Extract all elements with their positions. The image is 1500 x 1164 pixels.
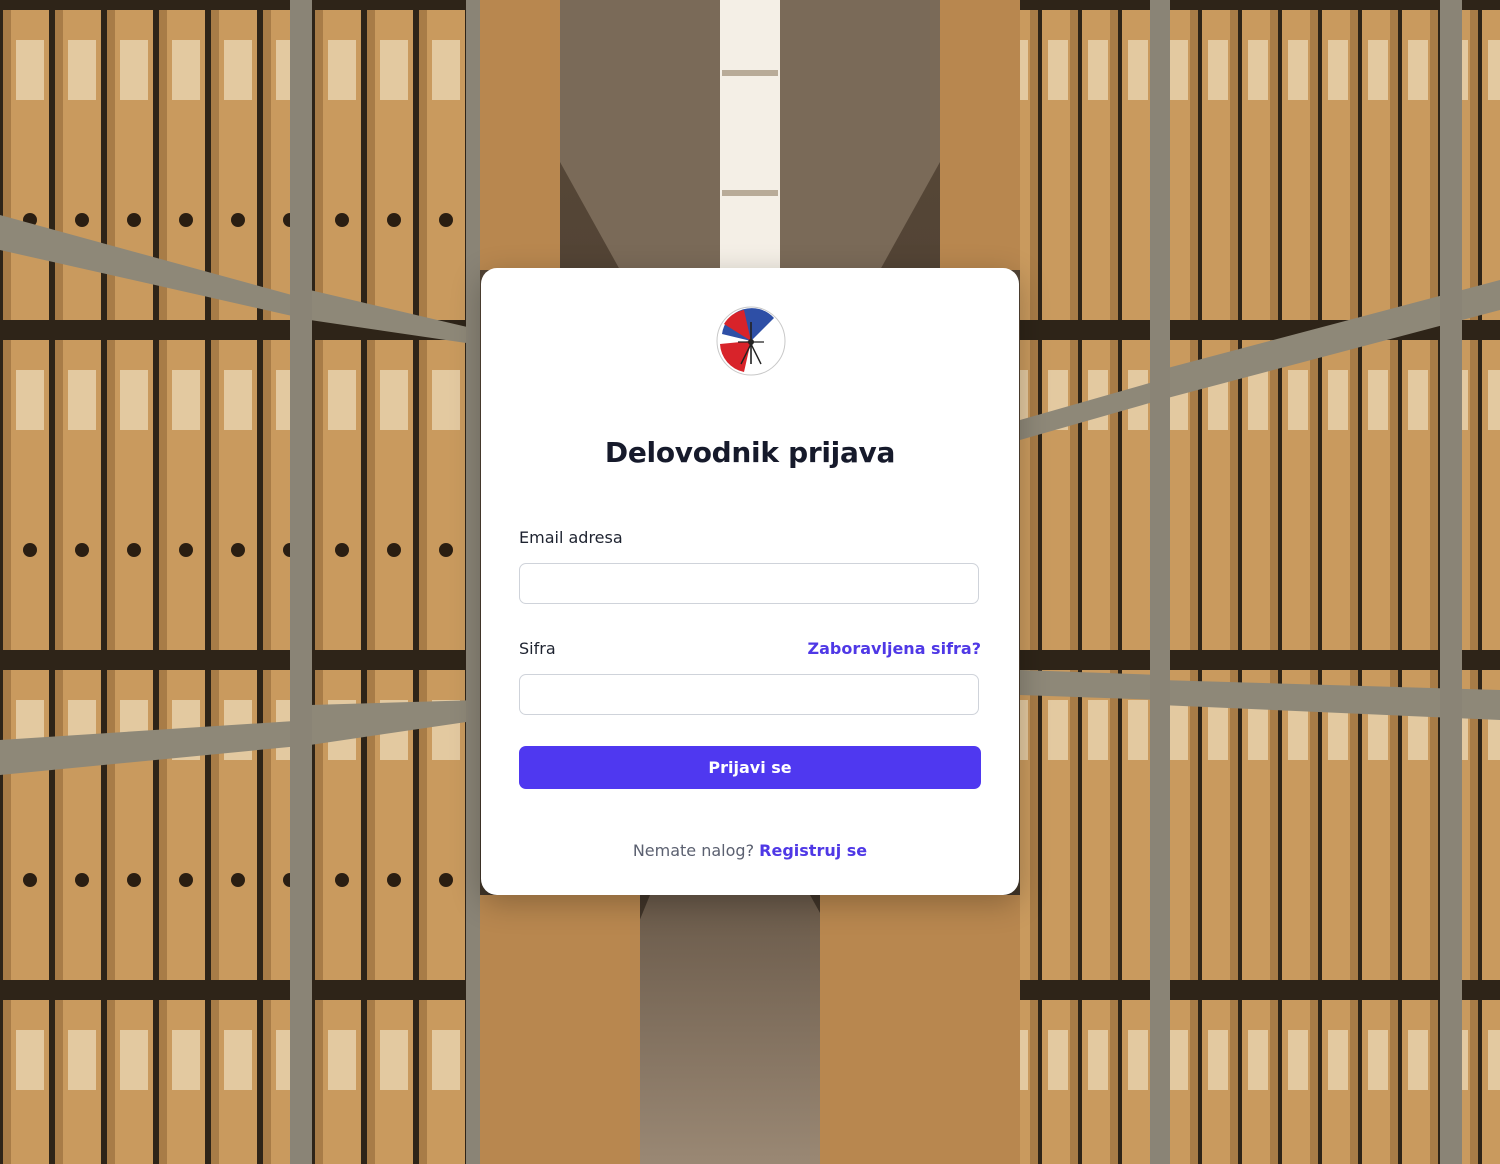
register-prompt: Nemate nalog? Registruj se (481, 841, 1019, 860)
forgot-password-link[interactable]: Zaboravljena sifra? (808, 639, 981, 658)
password-input[interactable] (519, 674, 979, 715)
email-label: Email adresa (519, 528, 623, 547)
login-button[interactable]: Prijavi se (519, 746, 981, 789)
email-input[interactable] (519, 563, 979, 604)
login-card: Delovodnik prijava Email adresa Sifra Za… (481, 268, 1019, 895)
page-title: Delovodnik prijava (604, 436, 896, 469)
organization-logo (714, 304, 788, 378)
register-prompt-text: Nemate nalog? (632, 841, 755, 860)
register-link[interactable]: Registruj se (759, 841, 867, 860)
password-label: Sifra (519, 639, 556, 658)
